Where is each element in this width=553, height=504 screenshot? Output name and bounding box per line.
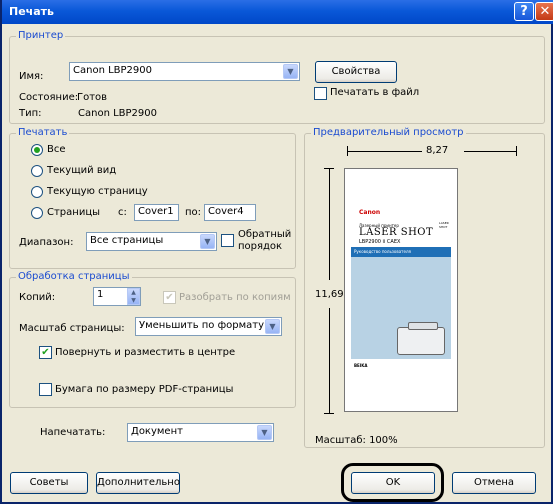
scaling-label: Масштаб страницы: [19,323,125,334]
doc-model: LBP2900 ii CAEX [359,239,401,245]
page-handling-legend: Обработка страницы [16,271,132,282]
doc-footer-strip: BEIKA [351,359,451,392]
properties-button-label: Свойства [331,66,381,77]
preview-width-tick [347,146,348,156]
tips-button-label: Советы [29,477,69,488]
preview-height-line [329,308,330,413]
doc-cover-graphic: Руководство пользователя BEIKA [351,247,451,392]
cancel-button-label: Отмена [473,477,515,488]
print-to-file-checkbox[interactable] [314,87,327,100]
chevron-down-icon[interactable]: ▼ [257,425,272,440]
print-what-label: Напечатать: [40,427,106,438]
ok-button-highlight [341,463,444,502]
printer-group-legend: Принтер [16,30,66,41]
reverse-order-checkbox[interactable] [221,234,234,247]
close-icon[interactable]: ✕ [535,2,553,21]
cancel-button[interactable]: Отмена [452,472,536,494]
dialog-title: Печать [9,5,54,18]
radio-pages-label[interactable]: Страницы [47,207,100,218]
doc-title: LASER SHOT [359,227,434,238]
print-range-legend: Печатать [16,127,70,138]
copies-stepper-icon[interactable]: ▲ ▼ [127,288,140,305]
preview-height-value: 11,69 [315,289,344,300]
chevron-down-icon[interactable]: ▼ [283,64,298,79]
printer-name-label: Имя: [19,71,44,82]
auto-rotate-checkbox[interactable]: ✔ [39,346,52,359]
print-dialog: Печать ? ✕ Принтер Имя: Canon LBP2900 ▼ … [0,0,553,504]
doc-band: Руководство пользователя [351,247,451,257]
print-what-select[interactable]: Документ ▼ [127,423,274,442]
print-to-file-label[interactable]: Печатать в файл [330,87,419,98]
radio-current-page-label[interactable]: Текущую страницу [47,186,148,197]
preview-width-line [347,151,422,152]
advanced-button[interactable]: Дополнительно [96,472,180,494]
printer-top [408,322,438,330]
printer-name-select[interactable]: Canon LBP2900 ▼ [69,62,300,81]
printer-type-label: Тип: [19,108,42,119]
radio-pages[interactable] [31,207,43,219]
pages-to-value: Cover4 [208,206,244,217]
reverse-order-label-1[interactable]: Обратный [238,229,291,240]
preview-page: Canon Лазерный принтер LASER SHOT LBP290… [344,168,458,412]
preview-width-value: 8,27 [426,145,449,156]
copies-value: 1 [97,289,104,300]
preview-width-tick [516,146,517,156]
scaling-select[interactable]: Уменьшить по формату ▼ [135,317,282,336]
pdf-page-size-checkbox[interactable] [39,383,52,396]
pages-to-label: по: [185,207,202,218]
subset-value: Все страницы [90,235,164,246]
radio-current-view-label[interactable]: Текущий вид [47,165,116,176]
radio-all-label[interactable]: Все [47,144,66,155]
pages-to-input[interactable]: Cover4 [204,204,256,221]
preview-height-tick [324,413,334,414]
pdf-page-size-label[interactable]: Бумага по размеру PDF-страницы [55,384,233,395]
subset-select[interactable]: Все страницы ▼ [86,232,217,251]
printer-status-label: Состояние: [19,92,79,103]
collate-label: Разобрать по копиям [179,292,291,303]
collate-checkbox: ✔ [163,291,176,304]
doc-footer-title: BEIKA [354,363,368,368]
pages-from-label: с: [118,207,127,218]
printer-name-value: Canon LBP2900 [73,65,152,76]
auto-rotate-label[interactable]: Повернуть и разместить в центре [55,347,235,358]
advanced-button-label: Дополнительно [97,477,180,488]
radio-current-view[interactable] [31,165,43,177]
printer-status-value: Готов [77,92,108,103]
preview-scale-text: Масштаб: 100% [315,435,398,446]
scaling-value: Уменьшить по формату [139,320,265,331]
preview-legend: Предварительный просмотр [311,127,466,138]
preview-width-line [464,151,516,152]
doc-brand: Canon [359,209,381,216]
chevron-down-icon[interactable]: ▼ [200,234,215,249]
print-what-value: Документ [131,426,183,437]
radio-all[interactable] [31,144,43,156]
radio-current-page[interactable] [31,186,43,198]
chevron-down-icon[interactable]: ▼ [265,319,280,334]
pages-from-input[interactable]: Cover1 [134,204,179,221]
printer-type-value: Canon LBP2900 [78,108,157,119]
doc-logo: LASER SHOT [439,221,449,229]
copies-label: Копий: [19,292,56,303]
help-icon[interactable]: ? [514,2,534,21]
preview-height-tick [324,168,334,169]
reverse-order-label-2[interactable]: порядок [238,241,282,252]
properties-button[interactable]: Свойства [315,61,397,83]
printer-icon [397,322,445,355]
pages-from-value: Cover1 [138,206,174,217]
subset-label: Диапазон: [19,237,74,248]
title-bar[interactable]: Печать [2,0,553,24]
preview-height-line [329,168,330,280]
tips-button[interactable]: Советы [10,472,88,494]
